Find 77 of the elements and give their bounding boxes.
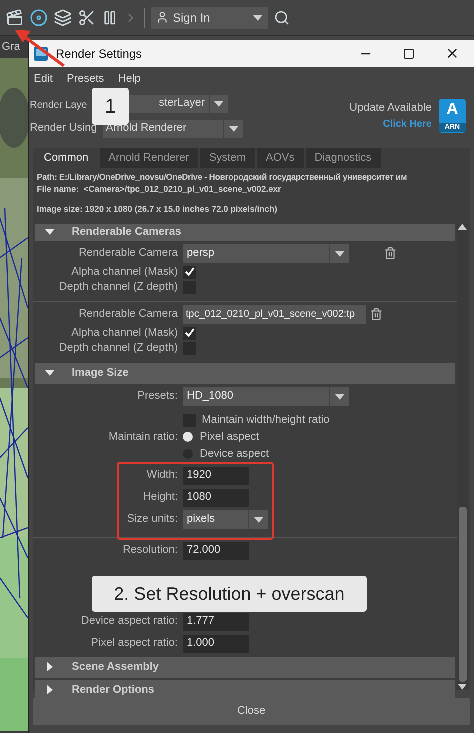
field-label: Renderable Camera	[78, 307, 178, 322]
tab[interactable]: AOVs	[257, 148, 304, 168]
dropdown[interactable]: sterLayer	[128, 94, 209, 112]
layers-icon[interactable]	[54, 8, 72, 26]
tab[interactable]: Diagnostics	[306, 148, 381, 168]
checkbox[interactable]	[183, 266, 196, 278]
expanded-triangle-icon[interactable]	[45, 227, 55, 238]
close-button[interactable]: Close	[33, 698, 470, 725]
path-text: Path: E:/Library/OneDrive_novsu/OneDrive - Новгородский государственный университет им	[37, 171, 408, 183]
caret-icon	[334, 250, 344, 256]
field-label: Alpha channel (Mask)	[72, 326, 178, 341]
caret-icon	[334, 394, 344, 400]
collapsed-triangle-icon[interactable]	[45, 662, 55, 672]
dropdown[interactable]: Arnold Renderer	[103, 120, 243, 138]
caret-icon	[253, 14, 263, 20]
user-icon	[156, 11, 169, 24]
field-label: Depth channel (Z depth)	[59, 340, 178, 356]
checkbox-label: Maintain width/height ratio	[202, 412, 330, 428]
window-title: Render Settings	[56, 46, 144, 62]
collapsed-triangle-icon[interactable]	[45, 685, 55, 695]
field-label: Size units:	[127, 512, 178, 528]
field-label: Presets:	[138, 389, 178, 404]
step-callout: 1	[92, 88, 129, 125]
field-label: Renderable Camera	[78, 246, 178, 262]
disc-icon[interactable]	[30, 8, 48, 26]
update-text: Update Available	[350, 101, 432, 116]
tab[interactable]: System	[200, 148, 256, 168]
checkbox[interactable]	[183, 326, 196, 340]
section-header[interactable]: Scene Assembly	[35, 656, 455, 678]
expanded-triangle-icon[interactable]	[45, 368, 55, 378]
radio-label: Pixel aspect	[200, 430, 260, 445]
field-label: Pixel aspect ratio:	[91, 636, 178, 652]
input-field[interactable]: 1080	[183, 488, 249, 506]
scissors-icon[interactable]	[78, 8, 96, 26]
file-name-text: File name: <Camera>/tpc_012_0210_pl_v01_scene_v002.exr	[37, 183, 282, 195]
field-label: Device aspect ratio:	[81, 614, 178, 630]
input-field[interactable]: 72.000	[183, 542, 249, 560]
input-field[interactable]: 1920	[183, 466, 249, 484]
section-header[interactable]: Render Options	[35, 680, 455, 700]
field-label: Maintain ratio:	[108, 430, 178, 445]
sign-in-dropdown[interactable]: Sign In	[151, 6, 268, 28]
caret-icon	[228, 126, 238, 132]
dropdown[interactable]: pixels	[183, 510, 268, 529]
input-field[interactable]: tpc_012_0210_pl_v01_scene_v002:tp	[183, 305, 366, 324]
section-header[interactable]: Image Size	[35, 362, 455, 384]
clapperboard-icon[interactable]	[6, 8, 24, 26]
dropdown[interactable]: persp	[183, 244, 349, 263]
menu-item[interactable]: Help	[118, 70, 141, 88]
field-label: Alpha channel (Mask)	[72, 264, 178, 280]
radio-label: Device aspect	[200, 446, 270, 462]
pause-icon[interactable]	[102, 10, 118, 26]
field-label: Depth channel (Z depth)	[59, 280, 178, 295]
scroll-up-icon[interactable]	[458, 224, 467, 230]
field-label: Width:	[146, 468, 178, 484]
trash-icon[interactable]	[384, 247, 397, 260]
menu-item[interactable]: Edit	[34, 70, 53, 88]
image-size-text: Image size: 1920 x 1080 (26.7 x 15.0 inches 72.0 pixels/inch)	[37, 203, 279, 215]
trash-icon[interactable]	[370, 308, 383, 321]
tab[interactable]: Arnold Renderer	[100, 148, 198, 168]
caret-icon	[214, 100, 224, 106]
step-callout: 2. Set Resolution + overscan	[92, 576, 367, 612]
radio-button[interactable]	[183, 432, 193, 442]
search-icon[interactable]	[274, 10, 290, 26]
field-label: Resolution:	[122, 543, 178, 558]
scrollbar[interactable]	[457, 224, 468, 690]
input-field[interactable]: 1.000	[183, 634, 249, 652]
menu-item[interactable]: Presets	[66, 70, 104, 88]
panel-tab[interactable]: Gra	[0, 38, 20, 56]
caret-icon	[254, 516, 264, 522]
section-header[interactable]: Renderable Cameras	[35, 224, 455, 240]
dropdown[interactable]: HD_1080	[183, 387, 349, 406]
scroll-down-icon[interactable]	[458, 684, 467, 690]
field-label: Render Laye	[30, 100, 88, 110]
field-label: Height:	[143, 490, 178, 506]
maximize-icon[interactable]	[403, 48, 415, 60]
input-field[interactable]: 1.777	[183, 612, 249, 630]
close-icon[interactable]	[445, 46, 460, 61]
